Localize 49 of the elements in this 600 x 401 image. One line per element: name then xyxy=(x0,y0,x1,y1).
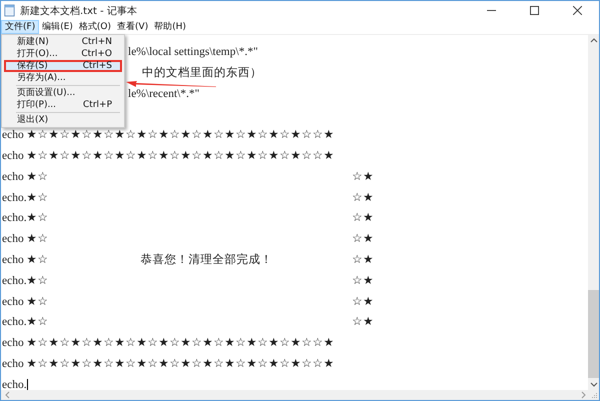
menu-item[interactable]: 查看(V) xyxy=(114,20,152,34)
message-text: 恭喜您！清理全部完成！ xyxy=(140,254,273,266)
window-title: 新建文本文档.txt - 记事本 xyxy=(20,4,137,18)
text-line: ☆★ xyxy=(352,315,374,330)
text-line: echo. xyxy=(2,378,27,390)
menu-item[interactable]: 页面设置(U)... xyxy=(4,87,122,99)
text-cursor xyxy=(26,378,28,390)
text-line: echo ★☆ xyxy=(2,294,49,310)
menu-item[interactable]: 文件(F) xyxy=(1,20,40,34)
scroll-left-icon[interactable] xyxy=(4,391,12,399)
menu-item[interactable]: 打印(P)... Ctrl+P xyxy=(4,99,122,111)
text-line: echo ★☆★☆★☆★☆★☆★☆★☆★☆★☆★☆★☆★☆★☆☆★ xyxy=(2,129,335,142)
menu-item[interactable]: 帮助(H) xyxy=(151,20,190,34)
text-line: echo ★☆ xyxy=(2,232,49,248)
text-line: echo ★☆★☆★☆★☆★☆★☆★☆★☆★☆★☆★☆★☆★☆☆★ xyxy=(2,358,335,370)
maximize-icon[interactable] xyxy=(530,6,539,15)
text-line: echo ★☆★☆★☆★☆★☆★☆★☆★☆★☆★☆★☆★☆★☆☆★ xyxy=(2,150,335,162)
text-line: echo.★☆ xyxy=(2,274,49,289)
text-line: le%\local settings\temp\*.*" xyxy=(128,46,258,58)
text-line: ☆★ xyxy=(352,232,374,248)
text-line: ☆★ xyxy=(352,274,374,289)
text-line: ☆★ xyxy=(352,190,374,206)
scroll-down-icon[interactable] xyxy=(590,380,598,388)
menu-item[interactable]: 另存为(A)... xyxy=(4,72,122,84)
text-line: echo.★☆ xyxy=(2,315,49,330)
close-icon[interactable] xyxy=(573,6,582,15)
text-line: echo.★☆ xyxy=(2,211,49,226)
text-line: le%\recent\*.*" xyxy=(128,88,200,100)
text-line: echo ★☆ xyxy=(2,252,49,268)
menu-item[interactable]: 格式(O) xyxy=(76,20,114,34)
text-line: echo ★☆ xyxy=(2,170,49,185)
menu-item[interactable]: 保存(S) Ctrl+S xyxy=(4,60,122,72)
menu-item[interactable]: 退出(X) xyxy=(4,114,122,126)
text-line: 中的文档里面的东西） xyxy=(142,66,262,79)
vertical-scrollbar[interactable] xyxy=(588,35,599,390)
text-line: echo.★☆ xyxy=(2,190,49,206)
menu-item[interactable]: 新建(N) Ctrl+N xyxy=(4,36,122,48)
text-line: echo ★☆★☆★☆★☆★☆★☆★☆★☆★☆★☆★☆★☆★☆☆★ xyxy=(2,337,335,350)
scroll-thumb[interactable] xyxy=(588,290,599,378)
text-line: ☆★ xyxy=(352,170,374,185)
text-line: ☆★ xyxy=(352,294,374,310)
menu-item[interactable]: 打开(O)... Ctrl+O xyxy=(4,48,122,60)
notepad-icon xyxy=(4,4,15,17)
text-line: ☆★ xyxy=(352,252,374,268)
scroll-right-icon[interactable] xyxy=(579,391,587,399)
menu-item[interactable]: 编辑(E) xyxy=(39,20,76,34)
horizontal-scrollbar[interactable] xyxy=(1,390,599,400)
scroll-up-icon[interactable] xyxy=(590,37,598,45)
text-line: ☆★ xyxy=(352,211,374,226)
